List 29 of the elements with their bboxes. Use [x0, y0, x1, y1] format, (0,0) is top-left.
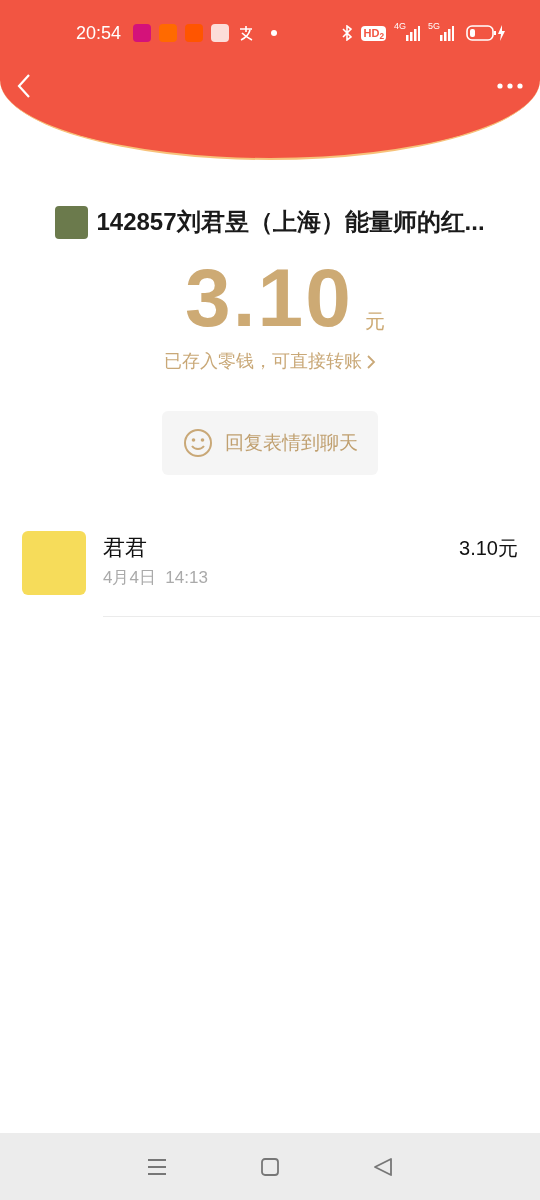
chevron-right-icon — [366, 353, 376, 370]
back-nav-icon[interactable] — [373, 1156, 394, 1177]
reply-sticker-button[interactable]: 回复表情到聊天 — [162, 411, 378, 475]
signal-icon — [406, 25, 420, 41]
home-icon[interactable] — [260, 1156, 280, 1177]
wallet-link[interactable]: 已存入零钱，可直接转账 — [164, 348, 376, 375]
menu-icon[interactable] — [146, 1157, 167, 1176]
received-time: 4月4日 14:13 — [103, 567, 209, 589]
more-icon[interactable] — [496, 82, 524, 90]
back-icon[interactable] — [16, 73, 32, 99]
status-time: 20:54 — [76, 21, 122, 45]
app-notification-icon — [133, 24, 152, 42]
packet-title: 142857刘君昱（上海）能量师的红... — [96, 207, 485, 237]
photo-placeholder — [55, 205, 89, 239]
network-label: 5G — [428, 22, 440, 31]
battery-icon — [466, 24, 506, 42]
smiley-icon — [182, 428, 213, 458]
app-notification-icon — [211, 24, 230, 42]
network-label: 4G — [393, 22, 406, 31]
hd-voice-label: HD$_{2}$ — [361, 25, 386, 41]
currency-unit: 元 — [364, 309, 385, 334]
received-amount: 3.10元 — [459, 536, 518, 561]
amount: 3.10 — [185, 256, 353, 340]
app-notification-icon — [185, 24, 204, 42]
sender-name: 君君 — [103, 534, 148, 562]
avatar-placeholder — [22, 531, 86, 595]
app-notification-icon — [159, 24, 178, 42]
signal-icon — [440, 25, 454, 41]
bluetooth-icon — [341, 25, 354, 41]
